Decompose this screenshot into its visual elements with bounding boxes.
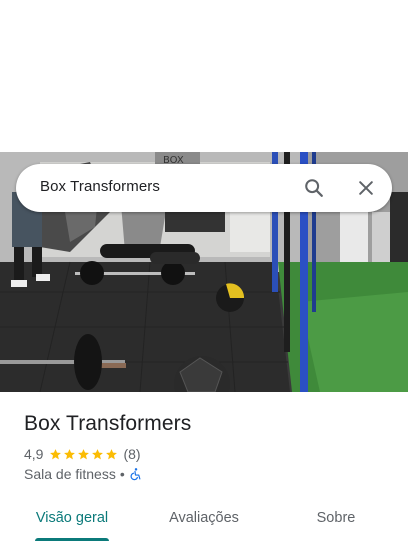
rating-value: 4,9 — [24, 446, 44, 462]
search-icon — [305, 179, 323, 197]
star-icon — [64, 448, 76, 459]
category-row: Sala de fitness • — [24, 465, 142, 483]
tab-overview[interactable]: Visão geral — [35, 510, 109, 526]
separator-dot: • — [119, 466, 125, 482]
star-icon — [50, 448, 62, 459]
star-icon — [92, 448, 104, 459]
map-area-blank — [0, 0, 408, 152]
place-info-panel: Box Transformers 4,9 (8) Sala de fitness… — [0, 392, 408, 544]
search-bar[interactable]: Box Transformers — [16, 164, 392, 212]
place-category: Sala de fitness — [24, 466, 116, 482]
place-title: Box Transformers — [24, 412, 192, 435]
star-icon — [78, 448, 90, 459]
star-rating — [49, 448, 119, 461]
search-button[interactable] — [300, 174, 328, 202]
review-count: (8) — [123, 446, 141, 462]
star-icon — [106, 448, 118, 459]
close-icon — [359, 181, 373, 195]
tab-reviews[interactable]: Avaliações — [164, 510, 244, 526]
tab-about[interactable]: Sobre — [310, 510, 362, 526]
search-query-text[interactable]: Box Transformers — [40, 178, 160, 195]
rating-row[interactable]: 4,9 (8) — [24, 445, 141, 463]
clear-search-button[interactable] — [352, 174, 380, 202]
wheelchair-icon — [130, 468, 141, 481]
active-tab-indicator — [35, 538, 109, 541]
tab-bar: Visão geral Avaliações Sobre — [0, 498, 408, 544]
